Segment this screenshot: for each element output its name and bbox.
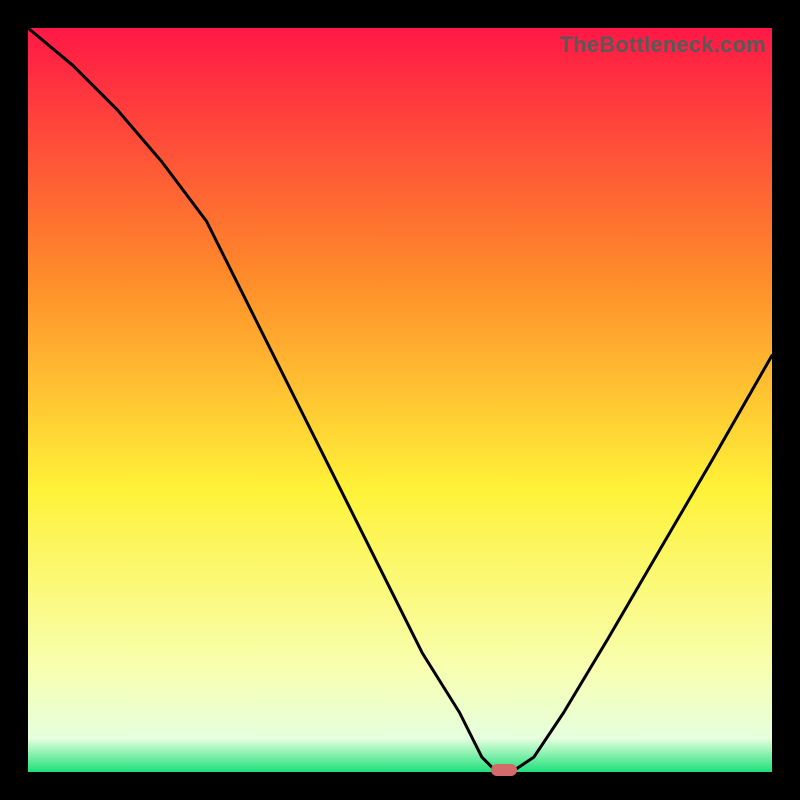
chart-frame: TheBottleneck.com [28, 28, 772, 772]
chart-canvas [28, 28, 772, 772]
chart-background [28, 28, 772, 772]
optimal-marker [491, 764, 517, 776]
watermark: TheBottleneck.com [560, 32, 766, 58]
